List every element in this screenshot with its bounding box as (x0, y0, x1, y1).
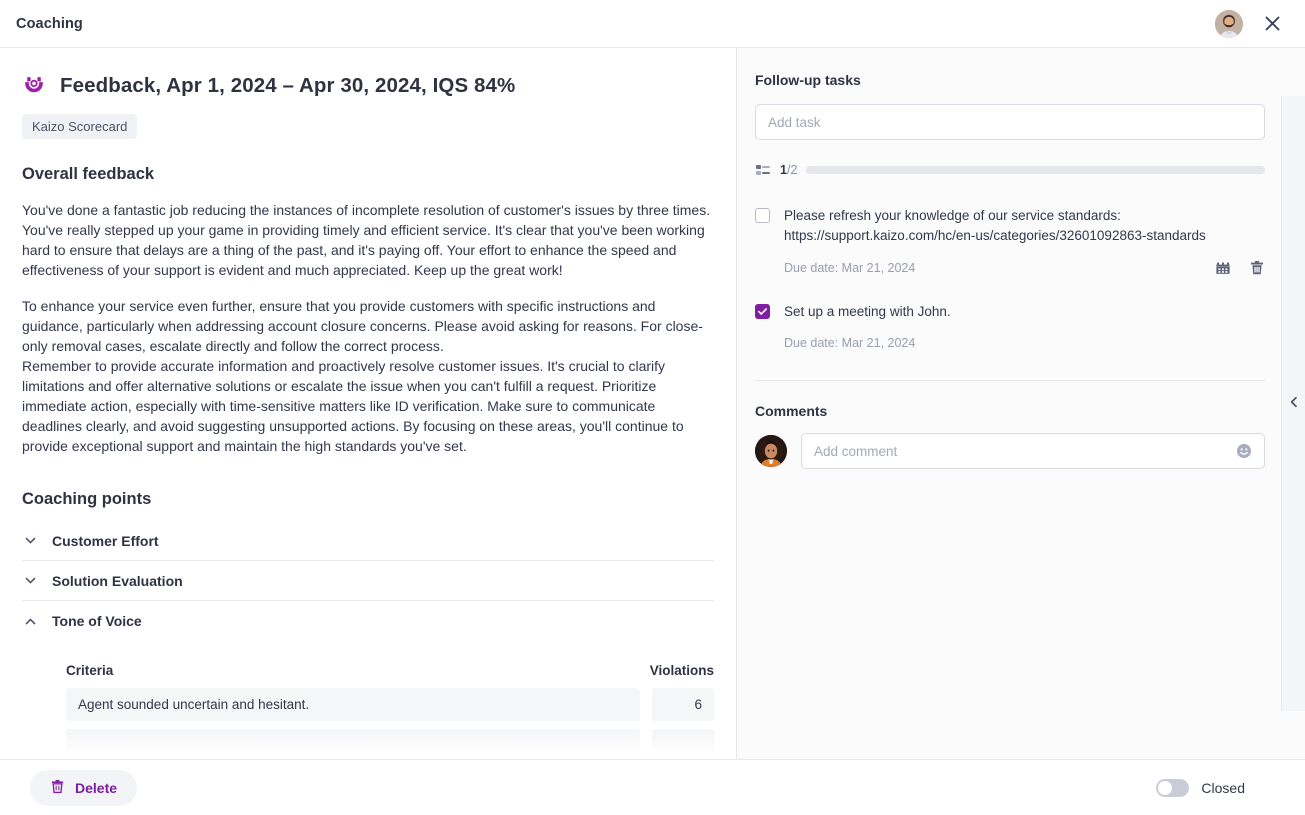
modal-body: Feedback, Apr 1, 2024 – Apr 30, 2024, IQ… (0, 48, 1305, 759)
add-task-placeholder: Add task (768, 115, 821, 130)
task-actions (1215, 260, 1265, 276)
criteria-table-header: Criteria Violations (66, 663, 714, 688)
accordion-label: Tone of Voice (52, 613, 142, 629)
feedback-paragraph-1: You've done a fantastic job reducing the… (22, 200, 714, 280)
coaching-modal: Coaching (0, 0, 1305, 815)
coaching-points-heading: Coaching points (22, 490, 714, 509)
accordion-item-solution-evaluation[interactable]: Solution Evaluation (22, 561, 714, 601)
feedback-paragraph-2: To enhance your service even further, en… (22, 296, 714, 356)
add-comment-row: Add comment (755, 433, 1265, 469)
trash-icon (50, 779, 65, 797)
task-meta: Due date: Mar 21, 2024 (784, 260, 1265, 276)
table-row: Agent sounded uncertain and hesitant. 6 (66, 688, 714, 721)
violations-cell: 6 (652, 688, 714, 721)
task-meta: Due date: Mar 21, 2024 (784, 336, 1265, 350)
progress-bar (806, 166, 1265, 174)
list-item: Please refresh your knowledge of our ser… (755, 206, 1265, 246)
feedback-title-row: Feedback, Apr 1, 2024 – Apr 30, 2024, IQ… (22, 74, 714, 98)
avatar[interactable] (1215, 10, 1243, 38)
criteria-table: Criteria Violations Agent sounded uncert… (22, 663, 714, 759)
followup-tasks-heading: Follow-up tasks (755, 72, 1265, 88)
closed-toggle[interactable] (1156, 779, 1189, 797)
chevron-down-icon (22, 533, 38, 549)
tasks-total: 2 (790, 163, 797, 177)
closed-toggle-label: Closed (1201, 780, 1245, 796)
feedback-paragraph-3: Remember to provide accurate information… (22, 356, 714, 456)
feedback-pane: Feedback, Apr 1, 2024 – Apr 30, 2024, IQ… (0, 48, 737, 759)
table-row-partial (66, 729, 714, 759)
toggle-knob (1158, 781, 1172, 795)
accordion-label: Customer Effort (52, 533, 159, 549)
coaching-points-accordion: Customer Effort Solution Evaluation (22, 521, 714, 641)
commenter-avatar (755, 435, 787, 467)
tasks-progress: 1/2 (755, 162, 1265, 178)
accordion-label: Solution Evaluation (52, 573, 183, 589)
chevron-up-icon (22, 613, 38, 629)
add-comment-placeholder: Add comment (814, 444, 897, 459)
add-task-input[interactable]: Add task (755, 104, 1265, 140)
tasks-completed: 1 (780, 163, 787, 177)
overall-feedback-heading: Overall feedback (22, 165, 714, 184)
page-title: Coaching (16, 16, 83, 32)
header-actions (1215, 10, 1289, 38)
chevron-down-icon (22, 573, 38, 589)
close-icon[interactable] (1259, 11, 1285, 37)
task-text: Please refresh your knowledge of our ser… (784, 206, 1265, 246)
task-checkbox[interactable] (755, 208, 770, 223)
modal-footer: Delete Closed (0, 759, 1305, 815)
criteria-cell (66, 729, 640, 759)
accordion-item-tone-of-voice[interactable]: Tone of Voice (22, 601, 714, 641)
feedback-title: Feedback, Apr 1, 2024 – Apr 30, 2024, IQ… (60, 74, 515, 98)
delete-button-label: Delete (75, 780, 117, 796)
criteria-cell: Agent sounded uncertain and hesitant. (66, 688, 640, 721)
divider (755, 380, 1265, 381)
task-due-date: Due date: Mar 21, 2024 (784, 261, 915, 275)
column-header-criteria: Criteria (66, 663, 638, 678)
task-text: Set up a meeting with John. (784, 302, 951, 322)
comments-heading: Comments (755, 403, 1265, 419)
kaizo-logo-icon (22, 74, 46, 98)
trash-icon[interactable] (1249, 260, 1265, 276)
column-header-violations: Violations (650, 663, 714, 678)
scorecard-badge[interactable]: Kaizo Scorecard (22, 114, 137, 139)
tasks-pane: Follow-up tasks Add task 1/2 (737, 48, 1305, 759)
collapse-panel-button[interactable] (1281, 96, 1305, 711)
chevron-left-icon (1288, 395, 1300, 413)
footer-status: Closed (1156, 779, 1275, 797)
calendar-icon[interactable] (1215, 260, 1231, 276)
tasks-list-icon (755, 162, 771, 178)
task-due-date: Due date: Mar 21, 2024 (784, 336, 915, 350)
delete-button[interactable]: Delete (30, 770, 137, 806)
modal-header: Coaching (0, 0, 1305, 48)
list-item: Set up a meeting with John. (755, 302, 1265, 322)
violations-cell (652, 729, 714, 759)
accordion-item-customer-effort[interactable]: Customer Effort (22, 521, 714, 561)
add-comment-input[interactable]: Add comment (801, 433, 1265, 469)
task-checkbox[interactable] (755, 304, 770, 319)
progress-count: 1/2 (780, 163, 797, 177)
task-list: Please refresh your knowledge of our ser… (755, 206, 1265, 350)
emoji-smiley-icon[interactable] (1236, 443, 1252, 459)
